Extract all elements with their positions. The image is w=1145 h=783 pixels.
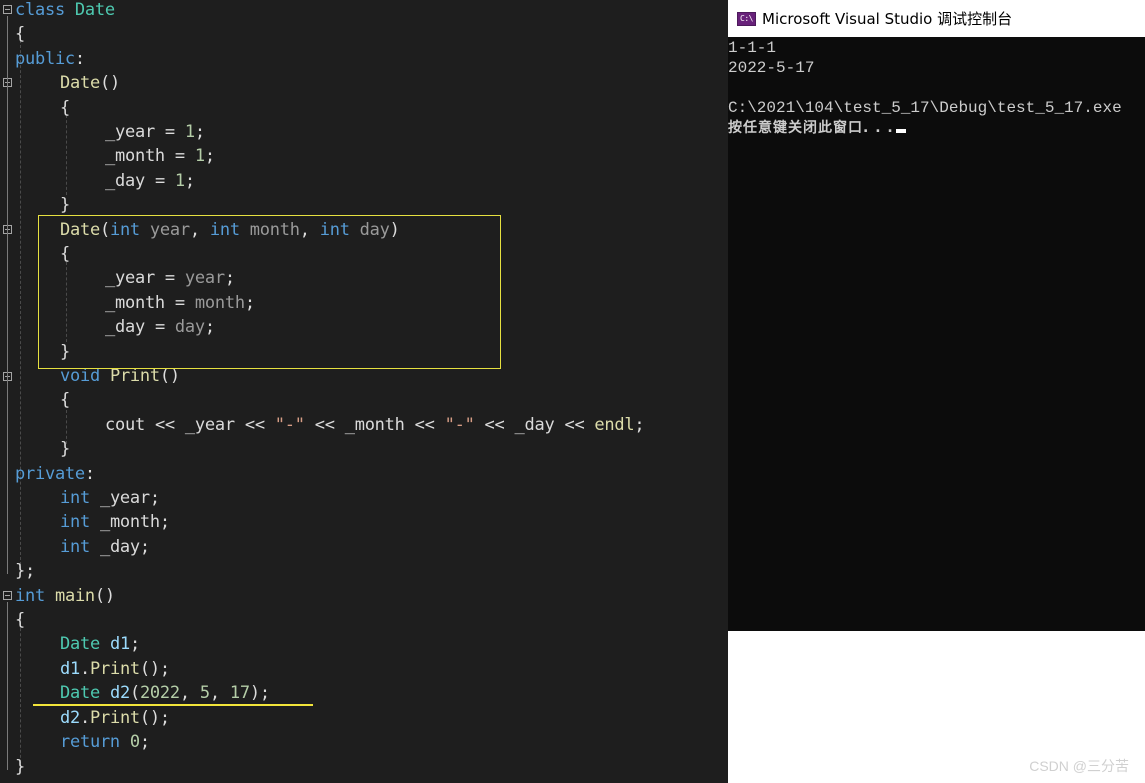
visual-studio-console-icon: C:\ bbox=[737, 11, 756, 26]
code-line: cout << _year << "-" << _month << "-" <<… bbox=[105, 415, 645, 435]
code-line: _year = 1; bbox=[105, 122, 205, 142]
code-line: } bbox=[15, 757, 25, 777]
indent-guide bbox=[20, 618, 21, 768]
d2-underline bbox=[33, 704, 313, 706]
code-line: int main() bbox=[15, 586, 115, 606]
code-line: d2.Print(); bbox=[60, 708, 170, 728]
fold-toggle-icon[interactable] bbox=[3, 591, 12, 600]
code-line: { bbox=[15, 610, 25, 630]
indent-guide bbox=[20, 30, 21, 570]
debug-console-window[interactable]: C:\ Microsoft Visual Studio 调试控制台 1-1-1 … bbox=[728, 0, 1145, 631]
code-line: _day = 1; bbox=[105, 171, 195, 191]
code-line: }; bbox=[15, 561, 35, 581]
console-output-line: 2022-5-17 bbox=[728, 59, 815, 77]
code-line: Date() bbox=[60, 73, 120, 93]
code-editor[interactable]: class Date { public: Date() { _year = 1;… bbox=[0, 0, 728, 783]
console-prompt-line: 按任意键关闭此窗口. . . bbox=[728, 118, 906, 138]
code-line: return 0; bbox=[60, 732, 150, 752]
code-line: d1.Print(); bbox=[60, 659, 170, 679]
code-line: Date d2(2022, 5, 17); bbox=[60, 683, 270, 703]
console-title: Microsoft Visual Studio 调试控制台 bbox=[762, 10, 1013, 28]
code-line: int _day; bbox=[60, 537, 150, 557]
code-line: int _month; bbox=[60, 512, 170, 532]
watermark: CSDN @三分苦 bbox=[1029, 758, 1129, 774]
console-output-line: 1-1-1 bbox=[728, 39, 777, 57]
code-line: { bbox=[60, 390, 70, 410]
console-prompt: 按任意键关闭此窗口. . . bbox=[728, 120, 894, 136]
code-line: { bbox=[15, 24, 25, 44]
fold-toggle-icon[interactable] bbox=[3, 5, 12, 14]
console-titlebar[interactable]: C:\ Microsoft Visual Studio 调试控制台 bbox=[728, 0, 1145, 37]
code-line: int _year; bbox=[60, 488, 160, 508]
code-line: } bbox=[60, 195, 70, 215]
code-line: public: bbox=[15, 49, 85, 69]
console-cursor bbox=[895, 129, 906, 133]
code-line: private: bbox=[15, 464, 95, 484]
code-line: } bbox=[60, 439, 70, 459]
fold-line bbox=[7, 602, 8, 770]
console-output-line: C:\2021\104\test_5_17\Debug\test_5_17.ex… bbox=[728, 99, 1122, 117]
constructor-highlight-box bbox=[38, 215, 501, 369]
fold-line bbox=[7, 16, 8, 574]
code-line: Date d1; bbox=[60, 634, 140, 654]
indent-guide bbox=[66, 115, 67, 195]
code-line: class Date bbox=[15, 0, 115, 20]
code-line: _month = 1; bbox=[105, 146, 215, 166]
code-line: { bbox=[60, 98, 70, 118]
